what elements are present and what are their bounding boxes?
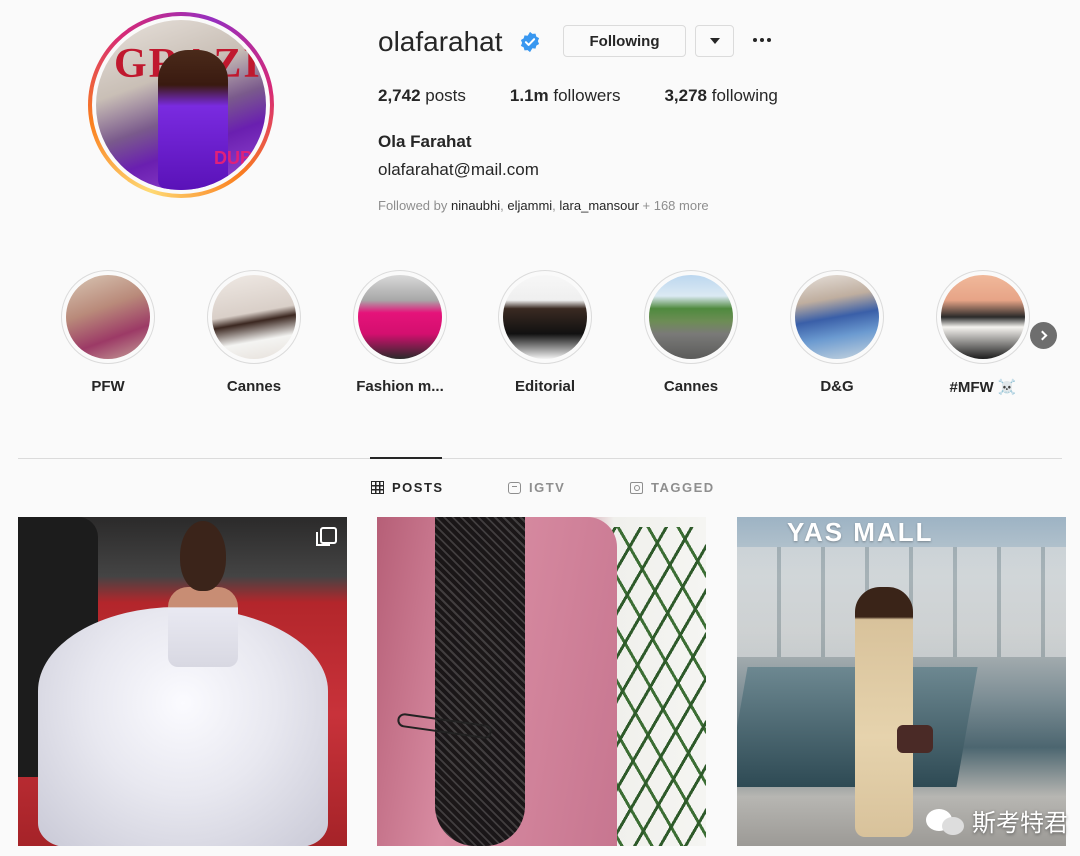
active-tab-indicator <box>370 457 442 459</box>
post-image-detail <box>180 521 226 591</box>
highlight-ring <box>498 270 592 364</box>
highlight-label: Cannes <box>663 378 719 395</box>
avatar-overlay-text: DUB <box>214 148 253 168</box>
tab-tagged[interactable]: TAGGED <box>630 480 715 495</box>
highlight-editorial[interactable]: Editorial <box>480 270 610 395</box>
highlight-dg[interactable]: D&G <box>772 270 902 395</box>
highlight-label: D&G <box>820 378 854 395</box>
followers-stat[interactable]: 1.1m followers <box>510 86 621 106</box>
tagged-icon <box>630 481 643 494</box>
highlight-image <box>649 275 733 359</box>
highlight-image <box>66 275 150 359</box>
highlight-label: Cannes <box>226 378 282 395</box>
post-image-detail <box>897 725 933 753</box>
highlight-image <box>358 275 442 359</box>
highlight-cannes[interactable]: Cannes <box>189 270 319 395</box>
highlight-image <box>795 275 879 359</box>
tab-tagged-label: TAGGED <box>651 480 715 495</box>
tab-posts[interactable]: POSTS <box>371 480 444 495</box>
highlight-ring <box>936 270 1030 364</box>
highlight-pfw[interactable]: PFW <box>43 270 173 395</box>
highlights-next-arrow-icon[interactable] <box>1030 322 1057 349</box>
watermark-text: 斯考特君 <box>972 809 1068 837</box>
igtv-icon <box>508 481 521 494</box>
highlight-ring <box>353 270 447 364</box>
post-tile[interactable] <box>377 517 706 846</box>
grid-icon <box>371 481 384 494</box>
highlight-image <box>212 275 296 359</box>
highlight-mfw[interactable]: #MFW ☠️ <box>918 270 1048 396</box>
tab-igtv[interactable]: IGTV <box>508 480 565 495</box>
highlight-label: #MFW ☠️ <box>949 379 1017 396</box>
avatar-image: GRAZIA DUB <box>96 20 266 190</box>
post-tile[interactable] <box>18 517 347 846</box>
wechat-icon <box>926 807 966 835</box>
profile-stats: 2,742 posts 1.1m followers 3,278 followi… <box>378 86 822 106</box>
bio: olafarahat@mail.com <box>378 160 539 179</box>
tab-posts-label: POSTS <box>392 480 444 495</box>
following-stat[interactable]: 3,278 following <box>664 86 777 106</box>
highlight-cannes-2[interactable]: Cannes <box>626 270 756 395</box>
tab-igtv-label: IGTV <box>529 480 566 495</box>
following-button[interactable]: Following <box>563 25 686 57</box>
followed-by[interactable]: Followed by ninaubhi, eljammi, lara_mans… <box>378 198 709 213</box>
post-image-detail <box>435 517 525 846</box>
post-tile[interactable]: YAS MALL <box>737 517 1066 846</box>
post-image-detail <box>168 587 238 667</box>
more-options-icon[interactable] <box>750 28 774 52</box>
highlight-image <box>503 275 587 359</box>
suggested-dropdown-button[interactable] <box>695 25 734 57</box>
watermark: 斯考特君 <box>926 803 1068 838</box>
post-sign-text: YAS MALL <box>787 517 934 547</box>
avatar-gap: GRAZIA DUB <box>92 16 270 194</box>
highlight-ring <box>207 270 301 364</box>
multiple-posts-icon <box>316 527 337 546</box>
highlight-label: PFW <box>91 378 125 395</box>
username: olafarahat <box>378 26 503 57</box>
highlight-label: Fashion m... <box>356 378 444 395</box>
highlight-image <box>941 275 1025 359</box>
highlight-ring <box>790 270 884 364</box>
full-name: Ola Farahat <box>378 132 472 151</box>
highlight-ring <box>61 270 155 364</box>
tabs-divider <box>18 458 1062 459</box>
profile-avatar[interactable]: GRAZIA DUB <box>88 12 274 198</box>
post-image-detail <box>855 587 913 837</box>
avatar-figure <box>158 50 228 190</box>
highlight-ring <box>644 270 738 364</box>
caret-down-icon <box>709 38 720 44</box>
highlight-fashion-month[interactable]: Fashion m... <box>335 270 465 395</box>
highlight-label: Editorial <box>514 378 575 395</box>
posts-stat: 2,742 posts <box>378 86 466 105</box>
verified-badge-icon <box>520 31 540 53</box>
